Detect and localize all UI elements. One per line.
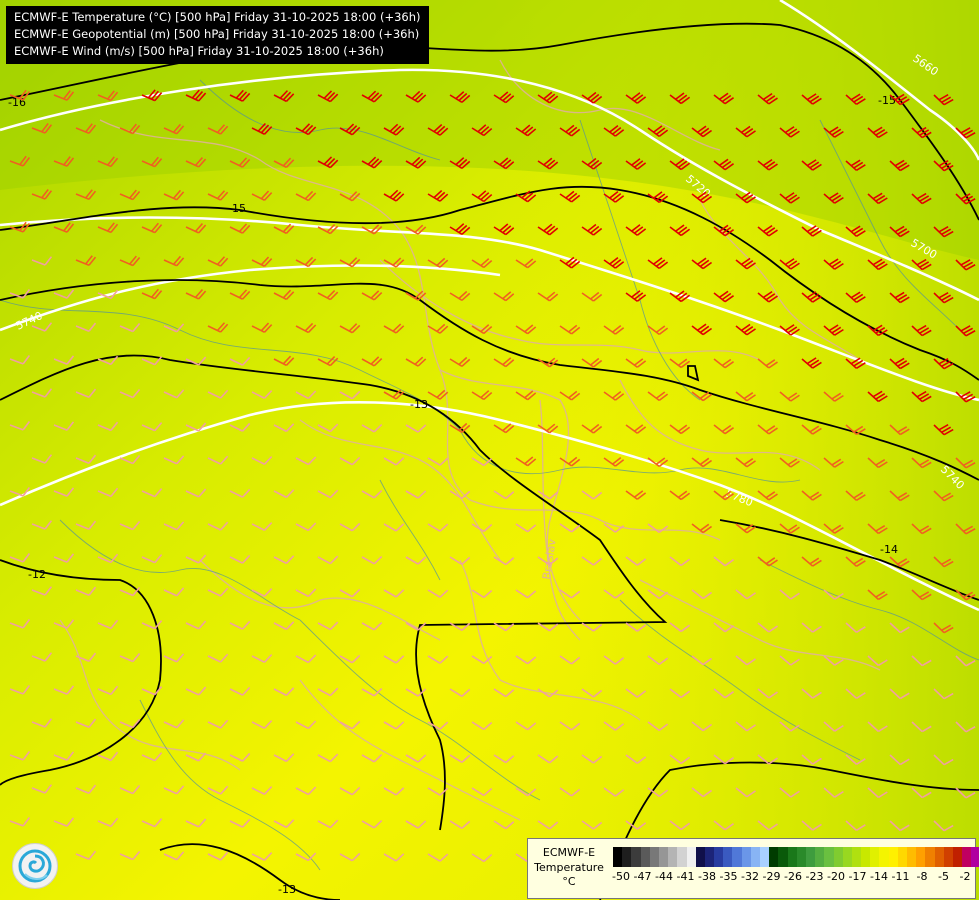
legend-tick-label: -35 <box>719 870 738 883</box>
legend-swatch <box>897 847 907 867</box>
legend-swatch <box>861 847 871 867</box>
legend-swatch <box>714 847 724 867</box>
legend-swatch <box>870 847 880 867</box>
legend-tick-label: -50 <box>612 870 630 883</box>
map-title-box: ECMWF-E Temperature (°C) [500 hPa] Frida… <box>6 6 429 64</box>
legend-swatch <box>640 847 650 867</box>
legend-swatch <box>916 847 926 867</box>
temperature-legend: ECMWF-E Temperature °C -50 -47 -44 -41 -38 -3… <box>527 838 979 899</box>
legend-variable: Temperature <box>534 861 604 874</box>
legend-swatch <box>649 847 659 867</box>
legend-swatch <box>879 847 889 867</box>
legend-swatch <box>824 847 834 867</box>
legend-tick-label: -44 <box>655 870 673 883</box>
legend-swatch <box>769 847 779 867</box>
legend-swatch <box>971 847 979 867</box>
legend-swatch <box>934 847 944 867</box>
legend-tick-label: -17 <box>848 870 867 883</box>
temperature-label: -15 <box>878 94 896 107</box>
legend-color-scale <box>613 847 979 867</box>
legend-tick-label: -47 <box>633 870 652 883</box>
legend-swatch <box>805 847 816 867</box>
legend-swatch <box>658 847 669 867</box>
temperature-label: -12 <box>28 568 46 581</box>
legend-tick-label: -14 <box>870 870 888 883</box>
legend-tick-label: -11 <box>891 870 910 883</box>
legend-swatch <box>760 847 770 867</box>
weather-map: 5660 5720 5700 5740 5780 5740 -16 -15 -1… <box>0 0 979 900</box>
legend-tick-label: -38 <box>698 870 716 883</box>
legend-swatch <box>704 847 715 867</box>
title-temperature: ECMWF-E Temperature (°C) [500 hPa] Frida… <box>14 10 421 24</box>
legend-swatch <box>943 847 953 867</box>
legend-tick-label: -8 <box>916 870 928 883</box>
legend-swatch <box>962 847 972 867</box>
legend-swatch <box>796 847 806 867</box>
legend-tick-label: -29 <box>762 870 781 883</box>
legend-swatch <box>741 847 751 867</box>
temperature-label: -14 <box>880 543 898 556</box>
legend-tick-label: -26 <box>784 870 802 883</box>
legend-swatch <box>723 847 733 867</box>
legend-swatch <box>833 847 843 867</box>
legend-swatch <box>778 847 788 867</box>
ecmwf-swirl-icon <box>12 843 58 889</box>
legend-swatch <box>631 847 641 867</box>
legend-tick-label: -20 <box>827 870 845 883</box>
legend-swatch <box>787 847 797 867</box>
temperature-label: -13 <box>410 398 428 411</box>
legend-swatch <box>750 847 760 867</box>
legend-swatch <box>613 847 623 867</box>
legend-swatch <box>677 847 687 867</box>
title-geopotential: ECMWF-E Geopotential (m) [500 hPa] Frida… <box>14 27 420 41</box>
temperature-label: -13 <box>278 883 296 896</box>
legend-swatch <box>695 847 705 867</box>
legend-swatch <box>842 847 852 867</box>
legend-swatch <box>907 847 917 867</box>
legend-swatch <box>815 847 825 867</box>
temperature-label: -15 <box>228 202 246 215</box>
legend-tick-label: -2 <box>959 870 971 883</box>
legend-tick-label: -41 <box>676 870 695 883</box>
legend-swatch <box>668 847 678 867</box>
legend-tick-label: -23 <box>805 870 824 883</box>
legend-model: ECMWF-E <box>542 846 596 859</box>
legend-swatch <box>925 847 935 867</box>
legend-ticks: -50 -47 -44 -41 -38 -35 -32 -29 -26 -23 -20 -17 -14-… <box>612 870 973 886</box>
legend-swatch <box>622 847 632 867</box>
legend-tick-label: -32 <box>741 870 759 883</box>
legend-swatch <box>888 847 898 867</box>
legend-swatch <box>686 847 696 867</box>
legend-swatch <box>851 847 862 867</box>
legend-tick-label: -5 <box>938 870 949 883</box>
title-wind: ECMWF-E Wind (m/s) [500 hPa] Friday 31-1… <box>14 44 384 58</box>
legend-swatch <box>952 847 963 867</box>
legend-swatch <box>732 847 742 867</box>
legend-unit: °C <box>562 875 576 888</box>
